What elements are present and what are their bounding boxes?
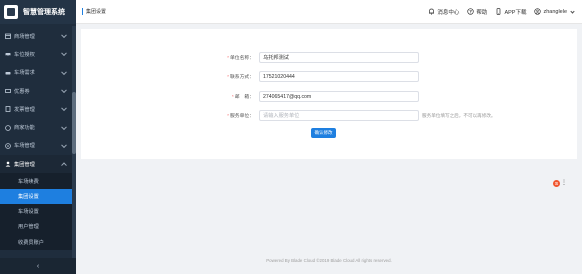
form-row-email: *邮 箱： 274065417@qq.com [211, 91, 419, 102]
top-bar: 集团设置 消息中心 帮助 APP下载 zhanglele [76, 0, 582, 24]
collapse-sidebar-button[interactable]: ‹ [0, 258, 76, 274]
sidebar: 智慧管理系统 商场管理 车位授权 车场需求 优惠券 发票管理 商家功能 车场管理… [0, 0, 76, 274]
email-label-wrap: *邮 箱： [211, 93, 259, 100]
group-settings-form: *单位名称： 乌托邦测试 *联系方式： 17521020444 *邮 箱： 27… [81, 29, 577, 159]
mobile-phone-icon [495, 7, 502, 17]
breadcrumb-marker [82, 8, 83, 15]
brand: 智慧管理系统 [0, 0, 76, 24]
sidebar-item-label: 车场管理 [14, 143, 35, 150]
sidebar-subitem-group-settings[interactable]: 集团设置 [0, 188, 72, 204]
chevron-down-icon [61, 142, 67, 148]
form-row-unit-name: *单位名称： 乌托邦测试 [211, 52, 419, 63]
service-unit-input[interactable]: 请输入服务单位 [259, 110, 419, 121]
service-unit-label-wrap: *服务单位： [211, 112, 259, 119]
app-title: 智慧管理系统 [23, 9, 65, 16]
coupon-icon [5, 88, 11, 94]
chevron-down-icon [61, 69, 67, 75]
unit-name-input[interactable]: 乌托邦测试 [259, 52, 419, 63]
sidebar-item-label: 车场需求 [14, 70, 35, 77]
footer-copyright: Powered By Blade Cloud ©2019 Blade Cloud… [266, 258, 392, 263]
sidebar-item-label: 优惠券 [14, 88, 30, 95]
required-mark: * [231, 95, 234, 100]
sidebar-item-label: 商家功能 [14, 125, 35, 132]
service-unit-label: 服务单位： [230, 114, 254, 119]
sidebar-item-merchant[interactable]: 商家功能 [0, 118, 72, 136]
user-icon [534, 7, 542, 17]
sidebar-item-coupon[interactable]: 优惠券 [0, 82, 72, 100]
app-download-label: APP下载 [504, 10, 527, 16]
email-label: 邮 箱： [234, 95, 254, 100]
sidebar-item-label: 车位授权 [14, 51, 35, 58]
invoice-icon [5, 106, 11, 113]
sidebar-item-label: 发票管理 [14, 106, 35, 113]
sidebar-item-label: 商场管理 [14, 33, 35, 40]
unit-name-label-wrap: *单位名称： [211, 54, 259, 61]
chevron-down-icon [570, 8, 575, 14]
message-center-link[interactable]: 消息中心 [428, 8, 459, 17]
sidebar-subitem-lot-settings[interactable]: 车场设置 [0, 204, 72, 219]
chevron-left-icon: ‹ [36, 262, 40, 270]
sidebar-item-parking-lot[interactable]: 车场管理 [0, 137, 72, 155]
unit-name-label: 单位名称： [230, 56, 254, 61]
user-menu[interactable]: zhanglele [534, 7, 575, 17]
message-center-label: 消息中心 [437, 10, 460, 16]
sidebar-item-invoice[interactable]: 发票管理 [0, 100, 72, 118]
sidebar-subitem-cashier-accounts[interactable]: 收费员账户 [0, 235, 72, 250]
help-link[interactable]: 帮助 [467, 7, 488, 17]
form-row-contact: *联系方式： 17521020444 [211, 71, 419, 82]
breadcrumb-current: 集团设置 [86, 9, 107, 15]
group-icon [5, 161, 11, 167]
bell-icon [428, 8, 435, 17]
group-submenu: 车场续费 集团设置 车场设置 用户管理 收费员账户 [0, 173, 72, 250]
contact-label: 联系方式： [230, 75, 254, 80]
app-logo [4, 5, 18, 19]
confirm-button[interactable]: 确认修改 [311, 128, 336, 138]
email-input[interactable]: 274065417@qq.com [259, 91, 419, 102]
sogou-input-icon[interactable]: S [553, 179, 560, 187]
sidebar-subitem-renewal[interactable]: 车场续费 [0, 173, 72, 188]
service-unit-hint: 服务单位填写之后，不可以再修改。 [422, 112, 496, 118]
help-icon [467, 7, 475, 17]
top-actions: 消息中心 帮助 APP下载 zhanglele [428, 0, 575, 24]
help-label: 帮助 [476, 10, 488, 16]
more-icon[interactable]: ⋮ [561, 180, 567, 186]
chevron-down-icon [61, 87, 67, 94]
chevron-down-icon [61, 50, 67, 57]
sidebar-menu: 商场管理 车位授权 车场需求 优惠券 发票管理 商家功能 车场管理 集团管理 车… [0, 27, 72, 250]
parking-icon [5, 143, 11, 149]
chevron-down-icon [61, 32, 67, 39]
sidebar-item-parking-auth[interactable]: 车位授权 [0, 45, 72, 63]
contact-label-wrap: *联系方式： [211, 73, 259, 80]
sidebar-item-parking-request[interactable]: 车场需求 [0, 64, 72, 82]
chevron-down-icon [61, 105, 67, 112]
sidebar-item-group[interactable]: 集团管理 [0, 155, 72, 174]
form-row-service-unit: *服务单位： 请输入服务单位 服务单位填写之后，不可以再修改。 [211, 110, 496, 121]
car-icon [5, 51, 11, 57]
chevron-down-icon [61, 123, 67, 130]
sidebar-item-shop[interactable]: 商场管理 [0, 27, 72, 45]
merchant-icon [5, 124, 11, 131]
shop-icon [5, 33, 11, 40]
breadcrumb: 集团设置 [76, 8, 106, 15]
username: zhanglele [543, 9, 567, 15]
app-download-link[interactable]: APP下载 [495, 7, 527, 17]
sidebar-item-label: 集团管理 [14, 161, 35, 168]
required-mark: * [227, 56, 229, 61]
required-mark: * [227, 75, 229, 80]
input-method-widget[interactable]: S ⋮ [553, 178, 567, 188]
chevron-up-icon [61, 162, 67, 169]
sidebar-scrollbar-thumb[interactable] [72, 92, 76, 154]
sidebar-subitem-users[interactable]: 用户管理 [0, 219, 72, 234]
contact-input[interactable]: 17521020444 [259, 71, 419, 82]
car-request-icon [5, 70, 11, 76]
required-mark: * [227, 114, 229, 119]
